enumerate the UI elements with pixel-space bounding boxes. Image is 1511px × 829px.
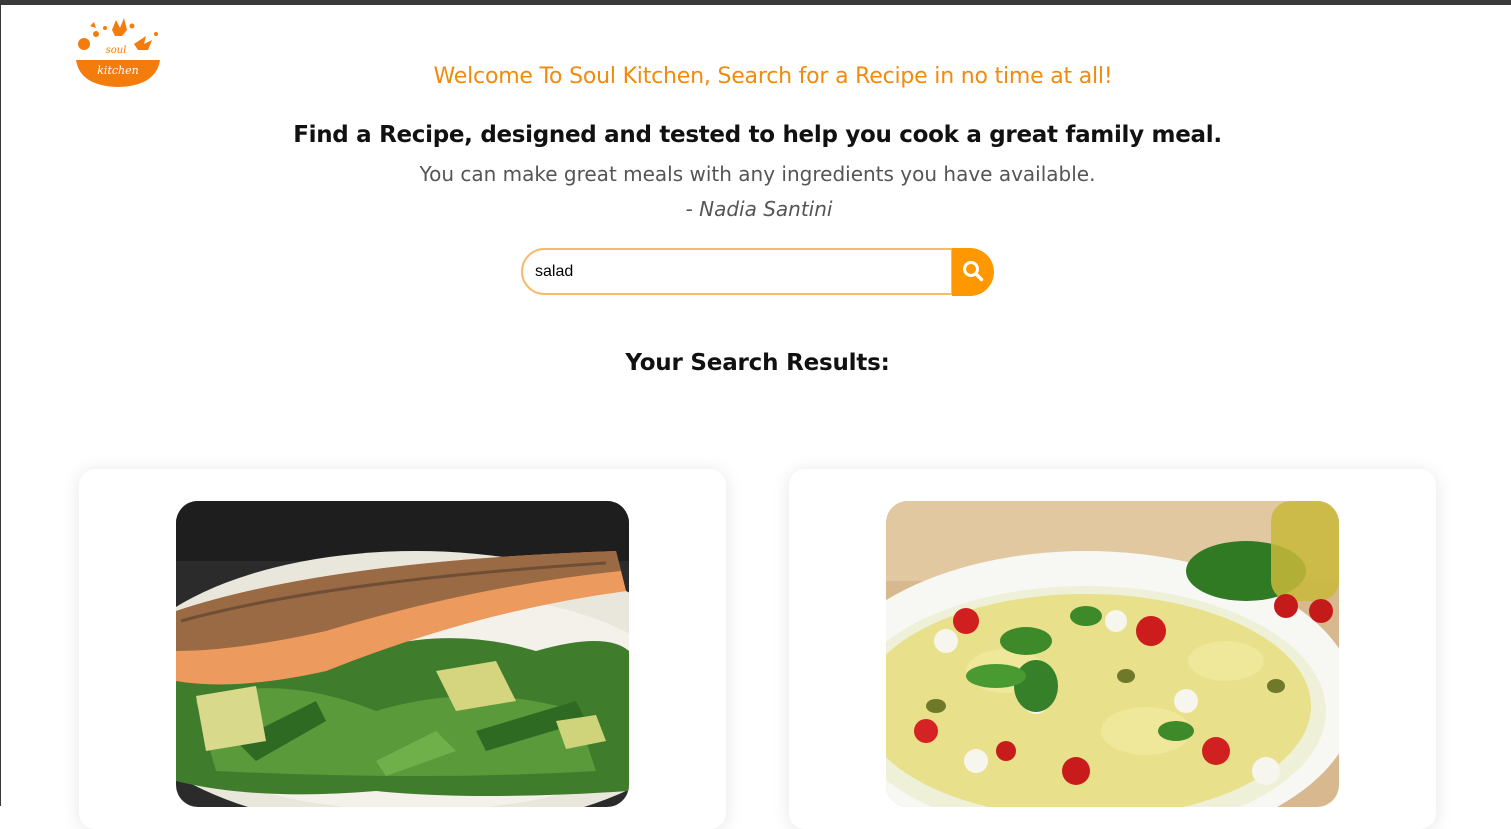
results-title: Your Search Results:: [625, 350, 890, 376]
welcome-message: Welcome To Soul Kitchen, Search for a Re…: [433, 64, 1113, 89]
window-left-border: [0, 0, 1, 806]
recipe-card[interactable]: [789, 469, 1436, 829]
window-top-border: [0, 0, 1511, 5]
recipe-image-pasta-salad[interactable]: [886, 501, 1339, 807]
recipe-card[interactable]: [79, 469, 726, 829]
recipe-image-salmon-salad[interactable]: [176, 501, 629, 807]
search-input[interactable]: [521, 248, 953, 295]
quote-author: - Nadia Santini: [685, 197, 833, 221]
subtext: You can make great meals with any ingred…: [419, 162, 1096, 186]
search-icon: [962, 260, 984, 285]
search-button[interactable]: [952, 248, 994, 296]
headline: Find a Recipe, designed and tested to he…: [293, 122, 1222, 148]
logo-text-top: soul: [106, 45, 127, 56]
